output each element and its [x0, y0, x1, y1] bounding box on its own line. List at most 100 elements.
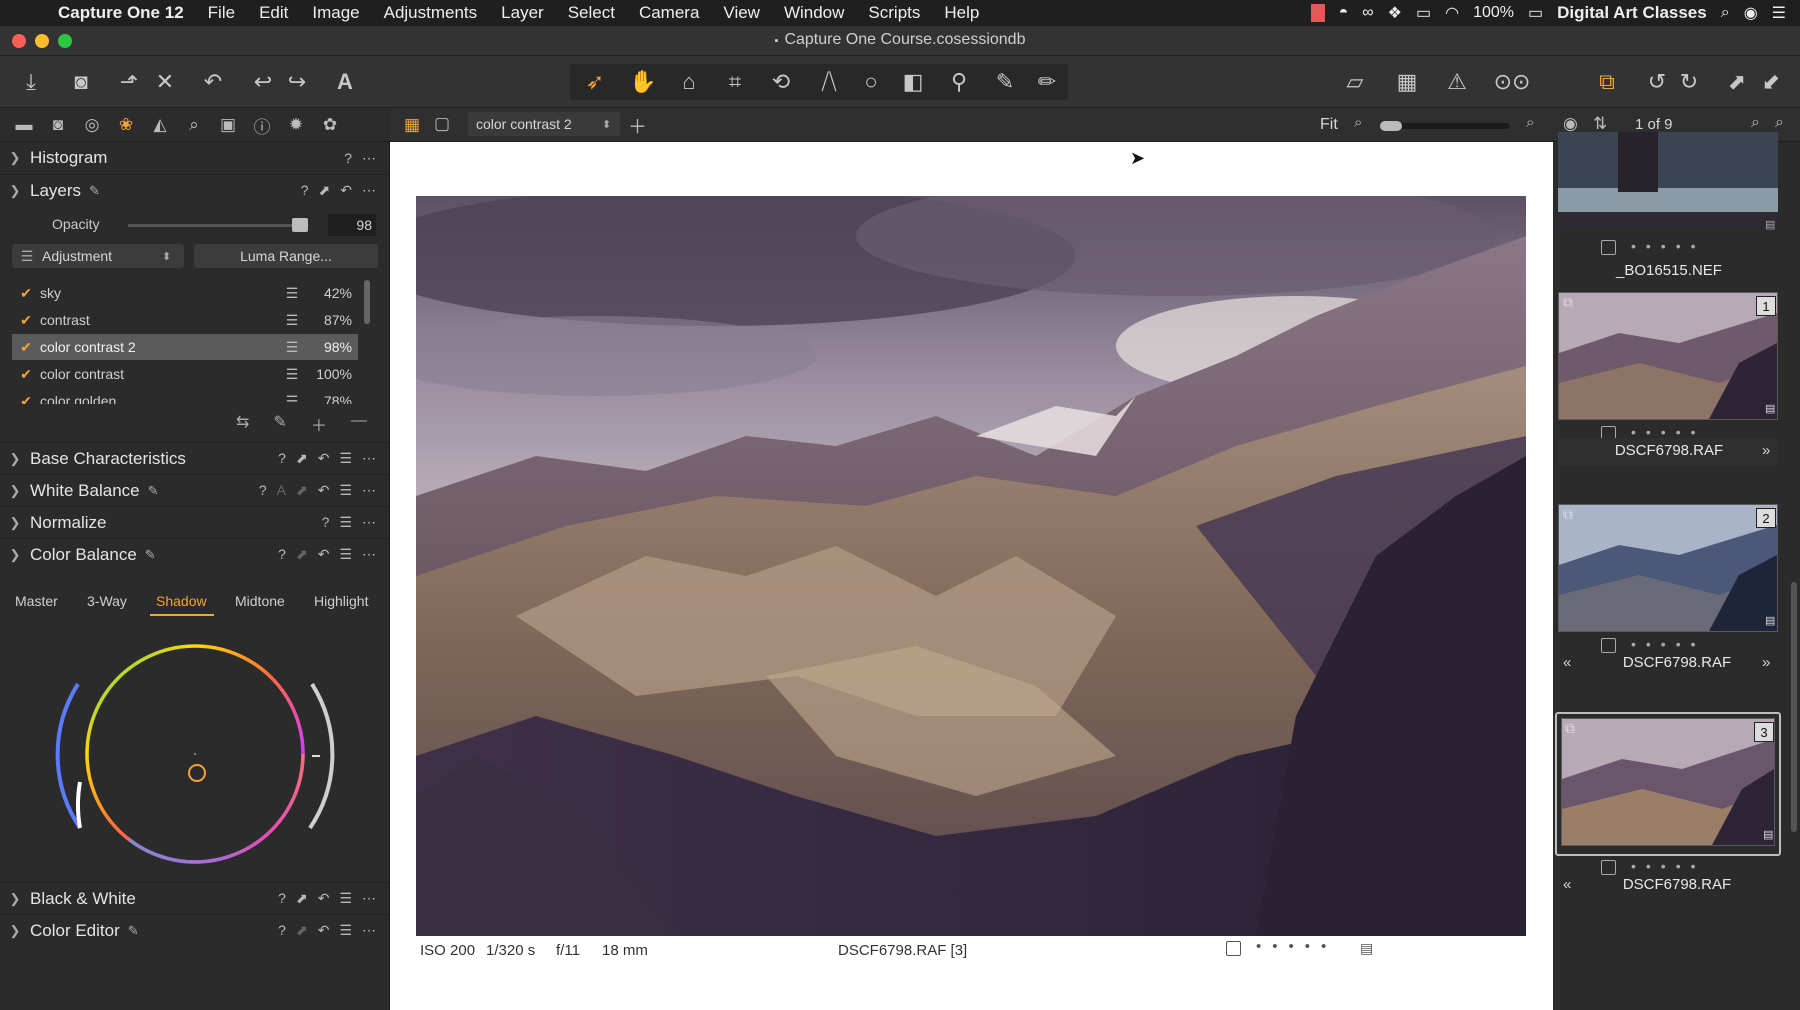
library-tab-icon[interactable]: ▬: [12, 114, 36, 136]
add-layer-icon[interactable]: ＋: [311, 412, 327, 436]
chevron-right-icon[interactable]: ❯: [0, 891, 30, 907]
layer-row[interactable]: ✔ sky ☰ 42%: [12, 280, 358, 306]
crop-tool-icon[interactable]: ⌗: [720, 68, 750, 96]
menu-edit[interactable]: Edit: [247, 3, 300, 23]
menu-image[interactable]: Image: [300, 3, 371, 23]
more-icon[interactable]: ⋯: [362, 150, 376, 167]
spot-removal-icon[interactable]: ○: [856, 68, 886, 96]
color-editor-header[interactable]: ❯ Color Editor ✎ ? ⬈ ↶ ☰ ⋯: [0, 914, 390, 946]
base-characteristics-header[interactable]: ❯ Base Characteristics ? ⬈ ↶ ☰ ⋯: [0, 442, 390, 474]
menu-help[interactable]: Help: [932, 3, 991, 23]
rating-dots[interactable]: •••••: [1256, 938, 1337, 955]
user-name[interactable]: Digital Art Classes: [1557, 3, 1707, 23]
copy-icon[interactable]: ⬈: [296, 546, 308, 563]
rating-dots[interactable]: •••••: [1631, 858, 1706, 874]
thumbnail-info-icon[interactable]: ▤: [1765, 614, 1775, 627]
proof-glasses-icon[interactable]: ⊙⊙: [1492, 68, 1532, 96]
thumbnail-checkbox[interactable]: [1601, 860, 1616, 875]
capture-tab-icon[interactable]: ◙: [46, 114, 70, 136]
more-icon[interactable]: ⋯: [362, 182, 376, 199]
tab-midtone[interactable]: Midtone: [235, 593, 285, 609]
checkbox-checked-icon[interactable]: ✔: [12, 285, 40, 302]
redo-icon[interactable]: ↪: [282, 68, 312, 96]
annotate-tool-icon[interactable]: ✏: [1032, 68, 1062, 96]
sort-icon[interactable]: ⇅: [1593, 114, 1607, 134]
adjustment-layer-select[interactable]: ☰ Adjustment ⬍: [12, 244, 184, 268]
menu-scripts[interactable]: Scripts: [856, 3, 932, 23]
reset-icon[interactable]: ↶: [318, 546, 330, 563]
menu-window[interactable]: Window: [772, 3, 856, 23]
help-icon[interactable]: ?: [278, 922, 286, 939]
reset-icon[interactable]: ↶: [318, 450, 330, 467]
presets-icon[interactable]: ☰: [339, 546, 352, 563]
thumbnail[interactable]: [1558, 132, 1778, 228]
undo-icon[interactable]: ↩: [248, 68, 278, 96]
menu-app[interactable]: Capture One 12: [46, 3, 196, 23]
creative-cloud-icon[interactable]: ∞: [1362, 4, 1373, 22]
select-tool-icon[interactable]: ➶: [580, 68, 610, 96]
image-viewer[interactable]: ➤ ISO 200 1/320 s f/11 18 mm DSCF6798.RA…: [390, 142, 1553, 1010]
picker-icon[interactable]: ✎: [145, 547, 156, 563]
rotate-tool-icon[interactable]: ⟲: [766, 68, 796, 96]
text-overlay-icon[interactable]: A: [330, 68, 360, 96]
menu-file[interactable]: File: [196, 3, 247, 23]
next-variant-icon[interactable]: »: [1762, 442, 1770, 459]
menu-select[interactable]: Select: [556, 3, 627, 23]
pan-tool-icon[interactable]: ✋: [628, 68, 658, 96]
chevron-right-icon[interactable]: ❯: [0, 451, 30, 467]
presets-icon[interactable]: ☰: [339, 482, 352, 499]
chevron-right-icon[interactable]: ❯: [0, 483, 30, 499]
tab-shadow[interactable]: Shadow: [156, 593, 207, 609]
gradient-mask-icon[interactable]: ◧: [898, 68, 928, 96]
import-icon[interactable]: ⤓: [16, 68, 46, 96]
apply-adjustments-icon[interactable]: ⬋: [1756, 68, 1786, 96]
checkbox-checked-icon[interactable]: ✔: [12, 339, 40, 356]
normalize-header[interactable]: ❯ Normalize ? ☰ ⋯: [0, 506, 390, 538]
layers-header[interactable]: ❯ Layers ✎ ? ⬈ ↶ ⋯: [0, 174, 390, 206]
browser-scrollbar[interactable]: [1791, 582, 1797, 832]
menu-adjustments[interactable]: Adjustments: [372, 3, 490, 23]
help-icon[interactable]: ?: [259, 482, 267, 499]
adjustments-tab-icon[interactable]: ▣: [216, 114, 240, 136]
delete-icon[interactable]: ✕: [150, 68, 180, 96]
more-icon[interactable]: ⋯: [362, 450, 376, 467]
copy-icon[interactable]: ⬈: [296, 922, 308, 939]
picker-tool-icon[interactable]: ⚲: [944, 68, 974, 96]
brush-menu-icon[interactable]: ✎: [273, 412, 286, 436]
help-icon[interactable]: ?: [344, 150, 352, 167]
layer-row[interactable]: ✔ color golden ☰ 78%: [12, 388, 358, 405]
histogram-header[interactable]: ❯ Histogram ? ⋯: [0, 142, 390, 174]
layer-row-selected[interactable]: ✔ color contrast 2 ☰ 98%: [12, 334, 358, 360]
loupe-tool-icon[interactable]: ⌂: [674, 68, 704, 96]
dropbox-icon[interactable]: ❖: [1388, 3, 1402, 23]
eye-icon[interactable]: ◉: [1563, 114, 1578, 134]
wifi-icon[interactable]: ◠: [1445, 3, 1459, 23]
menu-view[interactable]: View: [711, 3, 772, 23]
opacity-slider-knob[interactable]: [292, 218, 309, 232]
zoom-in-icon[interactable]: ⌕: [1526, 114, 1534, 131]
battery-icon[interactable]: ▭: [1528, 3, 1543, 23]
color-wheel[interactable]: [40, 632, 350, 882]
exposure-warning-icon[interactable]: ⚠: [1442, 68, 1472, 96]
color-balance-header[interactable]: ❯ Color Balance ✎ ? ⬈ ↶ ☰ ⋯: [0, 538, 390, 570]
help-icon[interactable]: ?: [301, 182, 309, 199]
app-status-icon[interactable]: [1310, 4, 1325, 22]
help-icon[interactable]: ?: [278, 546, 286, 563]
thumbnail-info-icon[interactable]: ▤: [1765, 402, 1775, 415]
chevron-right-icon[interactable]: ❯: [0, 150, 30, 166]
tab-3-way[interactable]: 3-Way: [87, 593, 127, 609]
single-view-icon[interactable]: ▢: [434, 114, 450, 134]
checkbox-checked-icon[interactable]: ✔: [12, 393, 40, 405]
siri-icon[interactable]: ◉: [1744, 3, 1758, 23]
thumbnail-info-icon[interactable]: ▤: [1765, 218, 1775, 231]
more-icon[interactable]: ⋯: [362, 482, 376, 499]
copy-icon[interactable]: ⬈: [296, 890, 308, 907]
chevron-right-icon[interactable]: ❯: [0, 923, 30, 939]
output-tab-icon[interactable]: ✹: [284, 114, 308, 136]
white-balance-header[interactable]: ❯ White Balance ✎ ? A ⬈ ↶ ☰ ⋯: [0, 474, 390, 506]
rating-dots[interactable]: •••••: [1631, 238, 1706, 254]
tab-highlight[interactable]: Highlight: [314, 593, 368, 609]
picker-icon[interactable]: ✎: [128, 923, 139, 939]
help-icon[interactable]: ?: [322, 514, 330, 531]
thumbnail[interactable]: [1558, 292, 1778, 420]
